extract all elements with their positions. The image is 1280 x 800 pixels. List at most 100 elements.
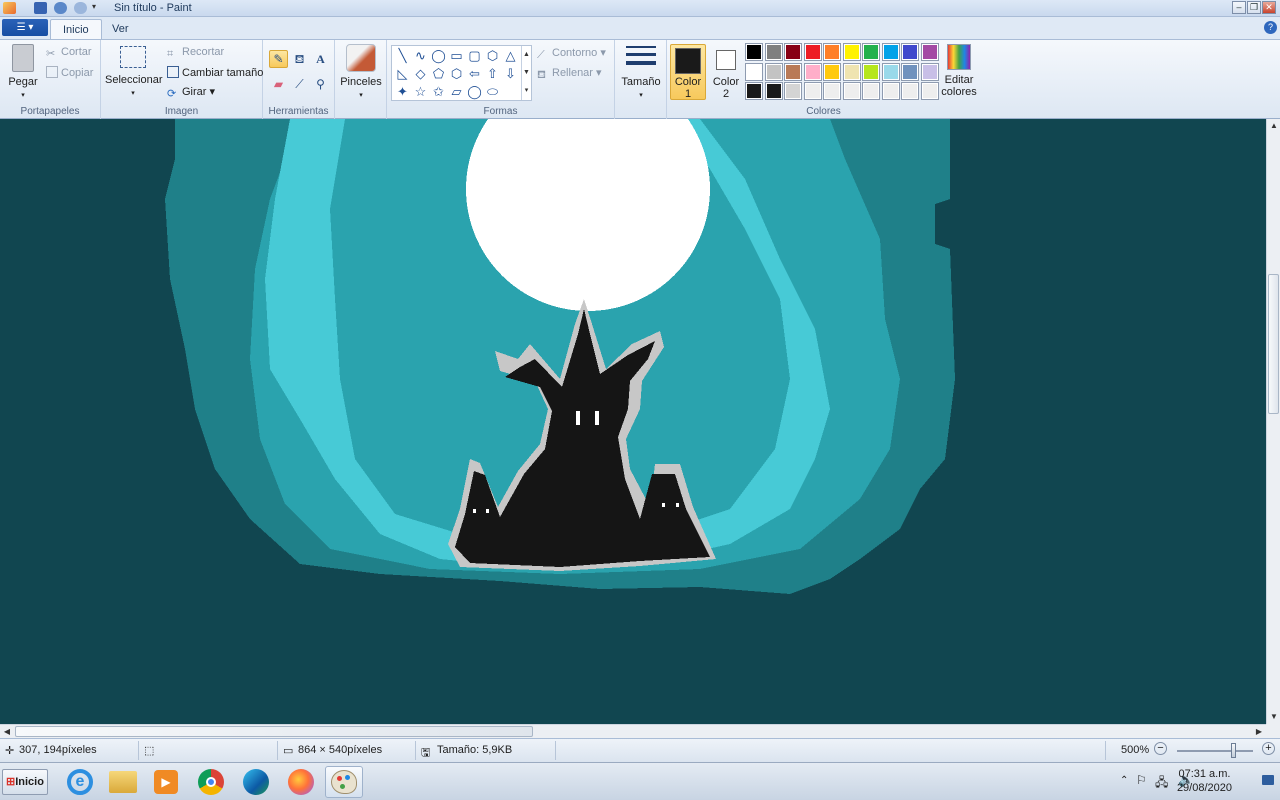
palette-swatch[interactable] bbox=[920, 43, 939, 61]
zoom-in-icon[interactable]: + bbox=[1262, 742, 1275, 755]
tab-inicio[interactable]: Inicio bbox=[50, 19, 102, 40]
palette-swatch[interactable] bbox=[745, 43, 763, 61]
shape-tool-icon[interactable]: ▭ bbox=[448, 47, 465, 64]
color-picker-icon[interactable]: ⟋ bbox=[290, 75, 309, 93]
palette-swatch[interactable] bbox=[862, 43, 880, 61]
shape-tool-icon[interactable]: ╲ bbox=[394, 47, 411, 64]
shape-tool-icon[interactable]: ◇ bbox=[412, 65, 429, 82]
shape-tool-icon[interactable]: △ bbox=[502, 47, 519, 64]
shape-tool-icon[interactable]: ⬭ bbox=[484, 83, 501, 100]
shape-tool-icon[interactable]: ⇧ bbox=[484, 65, 501, 82]
media-player-icon[interactable]: ▶ bbox=[147, 766, 185, 798]
shapes-gallery-more-icon[interactable]: ▲ ▼ ▾ bbox=[521, 46, 531, 100]
fill-bucket-icon[interactable]: ⛾ bbox=[290, 50, 309, 68]
shape-tool-icon[interactable]: ▱ bbox=[448, 83, 465, 100]
close-button[interactable]: ✕ bbox=[1262, 1, 1276, 14]
palette-swatch[interactable] bbox=[764, 43, 783, 61]
palette-swatch[interactable] bbox=[784, 82, 802, 100]
palette-swatch[interactable] bbox=[784, 43, 802, 61]
palette-swatch[interactable] bbox=[764, 82, 783, 100]
palette-swatch[interactable] bbox=[803, 43, 822, 61]
palette-swatch[interactable] bbox=[823, 82, 841, 100]
tab-ver[interactable]: Ver bbox=[100, 19, 141, 40]
palette-swatch[interactable] bbox=[745, 62, 763, 81]
palette-swatch[interactable] bbox=[862, 82, 880, 100]
show-hidden-icons-icon[interactable]: ⌃ bbox=[1120, 775, 1128, 786]
canvas-area[interactable] bbox=[0, 119, 1266, 724]
select-button[interactable]: Seleccionar ▾ bbox=[105, 46, 162, 100]
shape-tool-icon[interactable]: ▢ bbox=[466, 47, 483, 64]
size-button[interactable]: Tamaño ▾ bbox=[619, 44, 663, 102]
shape-tool-icon[interactable]: ⇦ bbox=[466, 65, 483, 82]
zoom-slider[interactable] bbox=[1177, 750, 1253, 752]
scroll-right-arrow-icon[interactable]: ▶ bbox=[1252, 725, 1266, 739]
palette-swatch[interactable] bbox=[823, 62, 841, 81]
action-center-flag-icon[interactable]: ⚐ bbox=[1136, 773, 1147, 787]
restore-button[interactable]: ❐ bbox=[1247, 1, 1261, 14]
internet-explorer-icon[interactable]: e bbox=[61, 766, 99, 798]
outline-dropdown[interactable]: ⟋ Contorno ▾ bbox=[537, 46, 606, 61]
vertical-scroll-thumb[interactable] bbox=[1268, 274, 1279, 414]
palette-swatch[interactable] bbox=[901, 82, 919, 100]
undo-icon[interactable] bbox=[54, 2, 67, 14]
color1-button[interactable]: Color 1 bbox=[670, 44, 706, 100]
magnifier-icon[interactable]: ⚲ bbox=[311, 75, 330, 93]
edit-colors-button[interactable]: Editar colores bbox=[939, 44, 979, 98]
redo-icon[interactable] bbox=[74, 2, 87, 14]
palette-swatch[interactable] bbox=[842, 62, 861, 81]
palette-swatch[interactable] bbox=[823, 43, 841, 61]
shape-tool-icon[interactable]: ◺ bbox=[394, 65, 411, 82]
pencil-icon[interactable]: ✎ bbox=[269, 50, 288, 68]
palette-swatch[interactable] bbox=[745, 82, 763, 100]
rotate-button[interactable]: ⟳ Girar ▾ bbox=[167, 85, 215, 100]
show-desktop-button[interactable] bbox=[1262, 775, 1274, 785]
shape-tool-icon[interactable]: ☆ bbox=[412, 83, 429, 100]
palette-swatch[interactable] bbox=[920, 82, 939, 100]
fill-dropdown[interactable]: ⛾ Rellenar ▾ bbox=[537, 66, 602, 81]
clock[interactable]: 07:31 a.m. 29/08/2020 bbox=[1177, 767, 1232, 795]
palette-swatch[interactable] bbox=[881, 62, 900, 81]
network-icon[interactable]: 🖧 bbox=[1155, 773, 1168, 794]
copy-button[interactable]: Copiar bbox=[46, 66, 93, 79]
horizontal-scrollbar[interactable]: ◀ ▶ bbox=[0, 724, 1266, 738]
shape-tool-icon[interactable]: ⇩ bbox=[502, 65, 519, 82]
eraser-icon[interactable]: ▰ bbox=[269, 75, 288, 93]
crop-button[interactable]: ⌗ Recortar bbox=[167, 46, 224, 60]
palette-swatch[interactable] bbox=[881, 82, 900, 100]
shape-tool-icon[interactable]: ⬠ bbox=[430, 65, 447, 82]
scroll-up-arrow-icon[interactable]: ▲ bbox=[1267, 119, 1280, 133]
shape-tool-icon[interactable]: ∿ bbox=[412, 47, 429, 64]
start-button[interactable]: ⊞Inicio bbox=[2, 769, 48, 795]
chrome-icon[interactable] bbox=[192, 766, 230, 798]
cut-button[interactable]: ✂ Cortar bbox=[46, 46, 92, 60]
horizontal-scroll-thumb[interactable] bbox=[15, 726, 533, 737]
paste-button[interactable]: Pegar ▾ bbox=[5, 44, 41, 102]
scroll-left-arrow-icon[interactable]: ◀ bbox=[0, 725, 14, 739]
color2-button[interactable]: Color 2 bbox=[708, 44, 744, 100]
palette-swatch[interactable] bbox=[881, 43, 900, 61]
paint-icon[interactable] bbox=[325, 766, 363, 798]
zoom-slider-thumb[interactable] bbox=[1231, 743, 1236, 758]
palette-swatch[interactable] bbox=[803, 62, 822, 81]
brushes-button[interactable]: Pinceles ▾ bbox=[339, 44, 383, 102]
palette-swatch[interactable] bbox=[842, 43, 861, 61]
minimize-button[interactable]: ‒ bbox=[1232, 1, 1246, 14]
shape-tool-icon[interactable]: ◯ bbox=[430, 47, 447, 64]
shape-tool-icon[interactable]: ⬡ bbox=[448, 65, 465, 82]
help-icon[interactable]: ? bbox=[1264, 21, 1277, 34]
resize-button[interactable]: Cambiar tamaño bbox=[167, 66, 263, 79]
text-icon[interactable]: A bbox=[311, 50, 330, 68]
palette-swatch[interactable] bbox=[784, 62, 802, 81]
palette-swatch[interactable] bbox=[842, 82, 861, 100]
scroll-down-arrow-icon[interactable]: ▼ bbox=[1267, 710, 1280, 724]
firefox-icon[interactable] bbox=[282, 766, 320, 798]
palette-swatch[interactable] bbox=[764, 62, 783, 81]
palette-swatch[interactable] bbox=[901, 62, 919, 81]
paint-app-icon[interactable] bbox=[3, 2, 16, 14]
file-explorer-icon[interactable] bbox=[104, 766, 142, 798]
vertical-scrollbar[interactable]: ▲ ▼ bbox=[1266, 119, 1280, 724]
palette-swatch[interactable] bbox=[803, 82, 822, 100]
zoom-out-icon[interactable]: − bbox=[1154, 742, 1167, 755]
shape-tool-icon[interactable]: ✦ bbox=[394, 83, 411, 100]
shape-tool-icon[interactable]: ✩ bbox=[430, 83, 447, 100]
